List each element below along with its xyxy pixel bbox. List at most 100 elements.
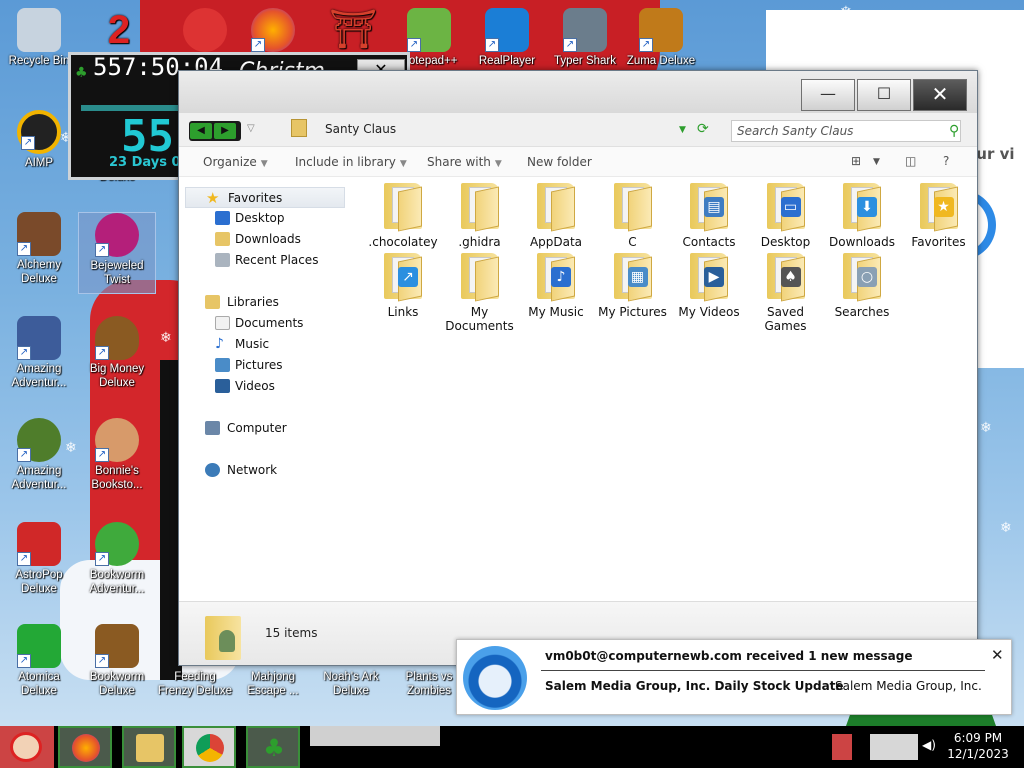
- file-item[interactable]: ↗ Links: [365, 253, 441, 319]
- nav-computer[interactable]: Computer: [185, 418, 345, 439]
- nav-desktop[interactable]: Desktop: [185, 208, 345, 229]
- explorer-window[interactable]: — ☐ ✕ ◀ ▶ ▽ Santy Claus ▼ ⟳ Search Santy …: [178, 70, 978, 666]
- recent-pages-chevron-icon[interactable]: ▽: [247, 123, 255, 134]
- notification-close-button[interactable]: ✕: [991, 646, 1004, 664]
- desktop-icon-astropop[interactable]: ↗ AstroPop Deluxe: [0, 522, 78, 596]
- file-item[interactable]: ♠ Saved Games: [748, 253, 824, 333]
- folder-badge-icon: ↗: [398, 267, 418, 287]
- desktop-icon-zuma-deluxe[interactable]: ↗ Zuma Deluxe: [622, 8, 700, 68]
- folder-icon: ▤: [690, 183, 728, 232]
- desktop-icon-puffball[interactable]: [166, 8, 244, 54]
- mail-notification[interactable]: vm0b0t@computernewb.com received 1 new m…: [456, 639, 1012, 715]
- file-name: My Pictures: [598, 305, 667, 319]
- taskbar-countdown[interactable]: ♣: [246, 726, 300, 768]
- icon-label: Mahjong Escape ...: [247, 671, 299, 697]
- desktop-icon-bookworm-adventures[interactable]: ↗ Bookworm Adventur...: [78, 522, 156, 596]
- file-name: Contacts: [682, 235, 736, 249]
- nav-recent-places[interactable]: Recent Places: [185, 250, 345, 271]
- desktop-icon-big-money[interactable]: ↗ Big Money Deluxe: [78, 316, 156, 390]
- search-icon[interactable]: ⚲: [949, 123, 959, 139]
- nav-documents[interactable]: Documents: [185, 313, 345, 334]
- nav-libraries[interactable]: Libraries: [185, 292, 345, 313]
- file-item[interactable]: ▶ My Videos: [671, 253, 747, 319]
- include-in-library-button[interactable]: Include in library ▼: [295, 155, 407, 169]
- nav-music[interactable]: ♪ Music: [185, 334, 345, 355]
- chevron-down-icon: ▼: [399, 159, 407, 169]
- maximize-button[interactable]: ☐: [857, 79, 911, 111]
- desktop-icon-amazing-adventures-1[interactable]: ↗ Amazing Adventur...: [0, 316, 78, 390]
- icon-label: Atomica Deluxe: [18, 671, 60, 697]
- close-button[interactable]: ✕: [913, 79, 967, 111]
- new-folder-button[interactable]: New folder: [527, 155, 592, 169]
- view-options-icon[interactable]: ⊞: [851, 154, 861, 168]
- search-input[interactable]: Search Santy Claus: [731, 120, 961, 142]
- explorer-titlebar[interactable]: — ☐ ✕: [179, 71, 977, 113]
- wizard-icon: ↗: [17, 212, 61, 256]
- file-item[interactable]: AppData: [518, 183, 594, 249]
- nav-videos[interactable]: Videos: [185, 376, 345, 397]
- nav-downloads[interactable]: Downloads: [185, 229, 345, 250]
- address-dropdown-icon[interactable]: ▼: [679, 125, 686, 135]
- desktop-icon-number-2[interactable]: 2: [80, 8, 158, 54]
- preview-pane-icon[interactable]: ◫: [905, 154, 916, 168]
- icon-label: AstroPop Deluxe: [15, 569, 63, 595]
- address-bar-row: ◀ ▶ ▽ Santy Claus ▼ ⟳ Search Santy Claus …: [179, 113, 977, 147]
- nav-favorites[interactable]: ★ Favorites: [185, 187, 345, 208]
- icon-label: RealPlayer: [478, 55, 536, 67]
- snowflake-icon: ❄: [160, 330, 172, 346]
- file-item[interactable]: ⬇ Downloads: [824, 183, 900, 249]
- file-item[interactable]: ○ Searches: [824, 253, 900, 319]
- folder-icon: [460, 253, 499, 302]
- share-with-button[interactable]: Share with ▼: [427, 155, 502, 169]
- radiation-icon: ↗: [17, 624, 61, 668]
- file-item[interactable]: ▭ Desktop: [748, 183, 824, 249]
- desktop-icon-atomica[interactable]: ↗ Atomica Deluxe: [0, 624, 78, 698]
- notification-subject[interactable]: Salem Media Group, Inc. Daily Stock Upda…: [545, 679, 844, 693]
- tree-icon: ♣: [75, 65, 88, 81]
- organize-button[interactable]: Organize ▼: [203, 155, 268, 169]
- desktop-icon-amazing-adventures-2[interactable]: ↗ Amazing Adventur...: [0, 418, 78, 492]
- taskbar-explorer[interactable]: [122, 726, 176, 768]
- tray-network-icon[interactable]: [870, 734, 918, 760]
- minimize-button[interactable]: —: [801, 79, 855, 111]
- command-bar: Organize ▼ Include in library ▼ Share with…: [179, 147, 977, 177]
- file-item[interactable]: .chocolatey: [365, 183, 441, 249]
- taskbar-chrome[interactable]: [182, 726, 236, 768]
- desktop-icon-alchemy[interactable]: ↗ Alchemy Deluxe: [0, 212, 78, 286]
- file-item[interactable]: ▤ Contacts: [671, 183, 747, 249]
- file-item[interactable]: ★ Favorites: [901, 183, 977, 249]
- start-button[interactable]: [0, 726, 54, 768]
- help-button[interactable]: ?: [943, 154, 949, 168]
- desktop-icon-aimp[interactable]: ↗ AIMP: [0, 110, 78, 170]
- firefox-icon: [72, 734, 100, 762]
- refresh-icon[interactable]: ⟳: [697, 121, 709, 137]
- file-name: Favorites: [911, 235, 966, 249]
- desktop-icon-bejeweled-twist[interactable]: ↗ Bejeweled Twist: [78, 212, 156, 294]
- desktop-icon-firefox[interactable]: ↗: [234, 8, 312, 54]
- desktop-icon-bookworm-deluxe[interactable]: ↗ Bookworm Deluxe: [78, 624, 156, 698]
- icon-label: Bonnie's Booksto...: [91, 465, 143, 491]
- forward-arrow-icon[interactable]: ▶: [214, 123, 236, 139]
- desktop-icon-realplayer[interactable]: ↗ RealPlayer: [468, 8, 546, 68]
- file-item[interactable]: .ghidra: [442, 183, 518, 249]
- desktop-icon-bonnies-bookstore[interactable]: ↗ Bonnie's Booksto...: [78, 418, 156, 492]
- back-arrow-icon[interactable]: ◀: [190, 123, 212, 139]
- volume-icon[interactable]: ◀): [922, 738, 936, 752]
- tray-flag-icon[interactable]: [832, 734, 852, 760]
- nav-pictures[interactable]: Pictures: [185, 355, 345, 376]
- file-item[interactable]: ▦ My Pictures: [595, 253, 671, 319]
- taskbar-firefox[interactable]: [58, 726, 112, 768]
- taskbar-clock[interactable]: 6:09 PM 12/1/2023: [942, 730, 1014, 762]
- view-options-chevron-icon[interactable]: ▼: [873, 157, 880, 167]
- file-item[interactable]: My Documents: [442, 253, 518, 333]
- nav-network[interactable]: Network: [185, 460, 345, 481]
- file-item[interactable]: C: [595, 183, 671, 249]
- desktop-icon-recycle-bin[interactable]: Recycle Bin: [0, 8, 78, 68]
- file-item[interactable]: ♪ My Music: [518, 253, 594, 319]
- zuma-icon: ↗: [639, 8, 683, 52]
- desktop-icon-typer-shark[interactable]: ↗ Typer Shark: [546, 8, 624, 68]
- folder-icon: ★: [919, 183, 958, 232]
- breadcrumb[interactable]: Santy Claus: [325, 122, 396, 136]
- desktop-icon-shrine[interactable]: ⛩: [312, 8, 390, 54]
- desktop-icon: [215, 211, 230, 225]
